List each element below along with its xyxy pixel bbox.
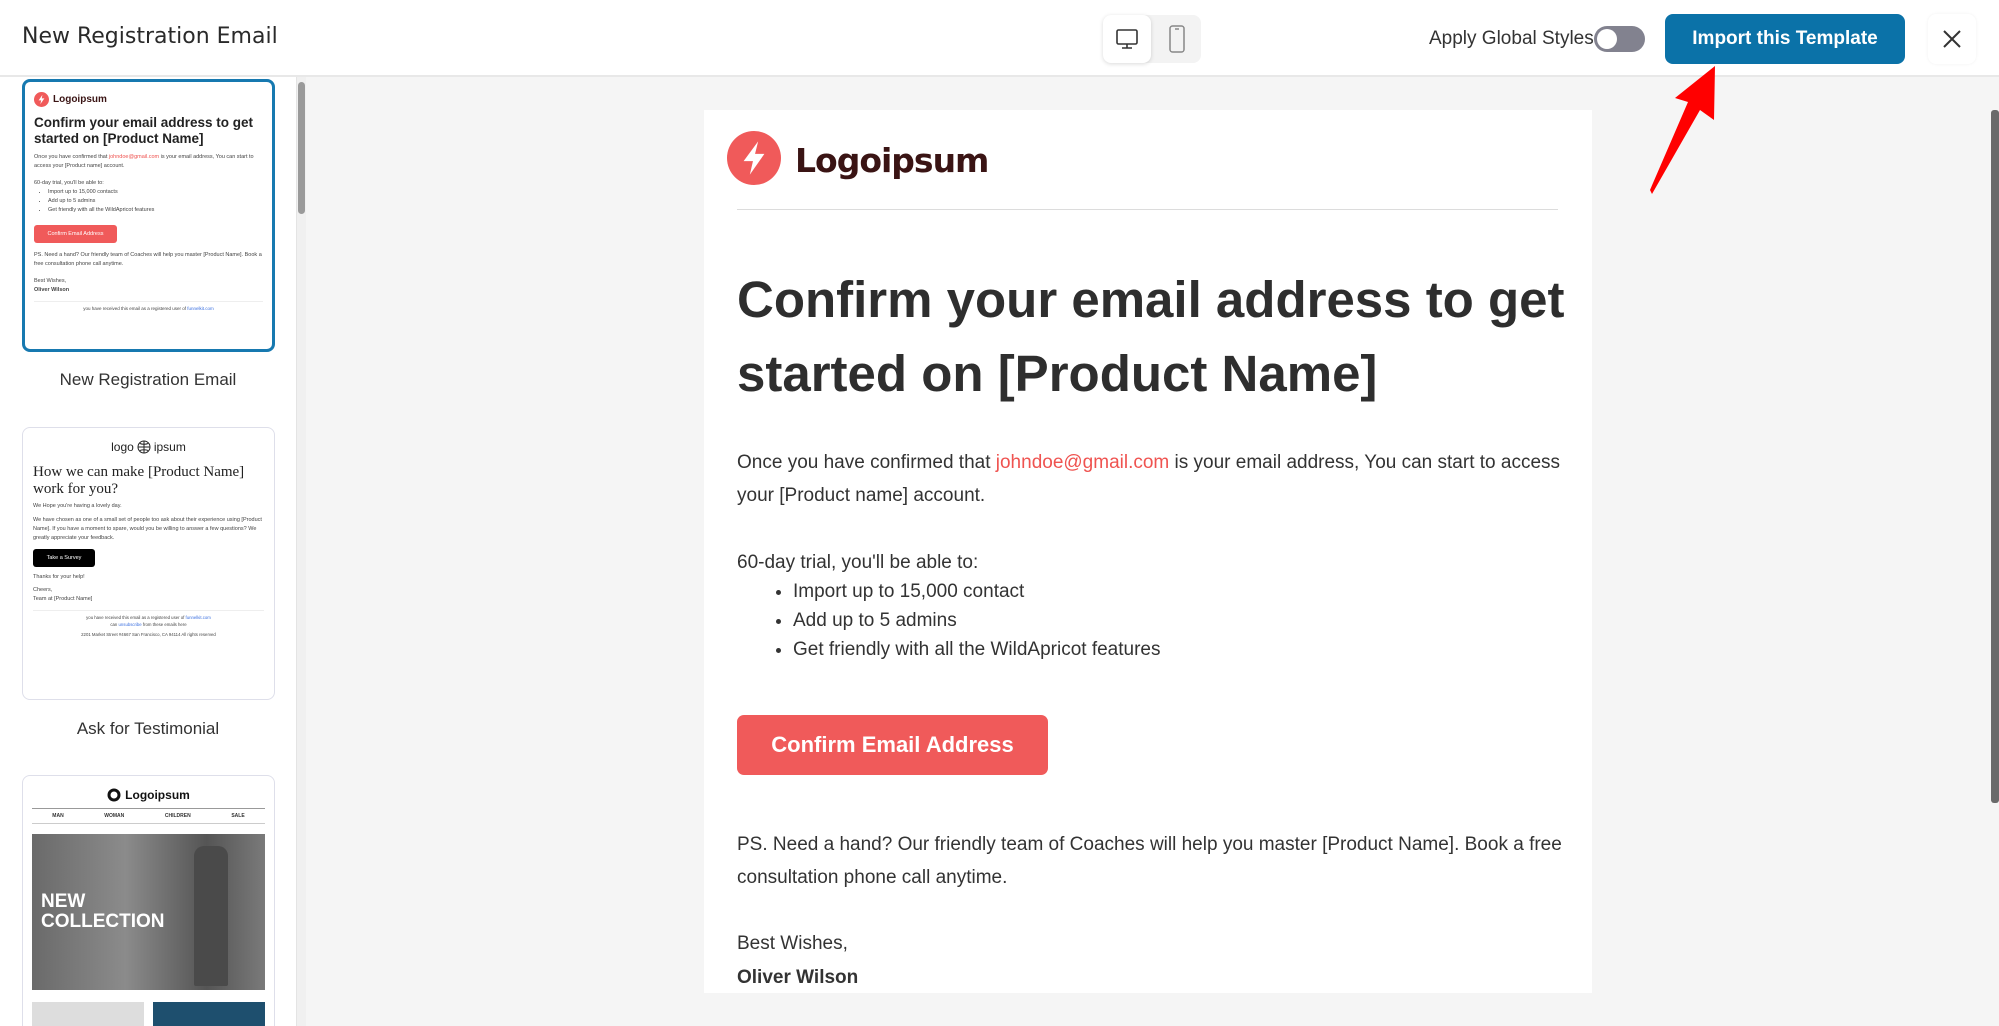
confirm-email-button[interactable]: Confirm Email Address: [737, 715, 1048, 775]
thumb-nav: MAN WOMAN CHILDREN SALE: [32, 808, 265, 824]
desktop-view-button[interactable]: [1103, 15, 1151, 63]
template-label: New Registration Email: [59, 370, 237, 389]
trial-text: 60-day trial, you'll be able to:: [737, 552, 979, 573]
thumb-products: [32, 1002, 265, 1026]
list-item: Import up to 15,000 contact: [793, 577, 1161, 606]
closing-text: Best Wishes,: [737, 933, 848, 954]
thumb-para: Once you have confirmed that johndoe@gma…: [34, 154, 254, 169]
thumb-logo: Logoipsum: [34, 92, 263, 107]
thumb-para: We Hope you're having a lovely day.: [33, 503, 122, 509]
list-item: Add up to 5 admins: [793, 606, 1161, 635]
page-title: New Registration Email: [22, 24, 278, 49]
thumb-signer: Oliver Wilson: [34, 287, 70, 293]
device-toggle: [1103, 15, 1201, 63]
apply-global-styles-label: Apply Global Styles: [1429, 28, 1594, 49]
preview-scrollbar-thumb[interactable]: [1991, 110, 1999, 803]
thumb-footer: you have received this email as a regist…: [33, 610, 264, 638]
desktop-icon: [1116, 29, 1138, 49]
thumb-hero-image: NEW COLLECTION: [32, 834, 265, 990]
feature-list: Import up to 15,000 contact Add up to 5 …: [793, 577, 1161, 664]
sidebar-scrollbar[interactable]: [296, 77, 306, 1026]
signer-name: Oliver Wilson: [737, 967, 859, 988]
hero-text: NEW COLLECTION: [41, 891, 165, 932]
thumb-heading: How we can make [Product Name] work for …: [33, 464, 245, 497]
thumb-ps: PS. Need a hand? Our friendly team of Co…: [34, 252, 262, 267]
thumb-logo: Logoipsum: [32, 788, 265, 802]
ps-text: PS. Need a hand? Our friendly team of Co…: [737, 834, 1562, 888]
mobile-view-button[interactable]: [1153, 15, 1201, 63]
red-arrow-annotation: [1650, 66, 1715, 194]
template-label: Ask for Testimonial: [76, 719, 220, 738]
email-intro: Once you have confirmed that johndoe@gma…: [737, 452, 1561, 506]
email-heading: Confirm your email address to get starte…: [737, 271, 1565, 402]
template-card-new-registration[interactable]: Logoipsum Confirm your email address to …: [22, 79, 275, 352]
list-item: Get friendly with all the WildApricot fe…: [793, 635, 1161, 664]
thumb-footer: you have received this email as a regist…: [34, 301, 263, 313]
thumb-heading: Confirm your email address to get starte…: [34, 115, 254, 146]
email-link[interactable]: johndoe@gmail.com: [996, 452, 1170, 473]
thumb-button: Take a Survey: [33, 549, 95, 567]
template-card-ask-for-testimonial[interactable]: logo ipsum How we can make [Product Name…: [22, 427, 275, 700]
divider: [737, 209, 1558, 210]
close-icon: [1943, 30, 1961, 48]
globe-logo-icon: [137, 440, 151, 454]
thumb-trial: 60-day trial, you'll be able to:: [34, 180, 104, 186]
sidebar-scrollbar-thumb[interactable]: [298, 82, 305, 214]
thumb-team: Team at [Product Name]: [33, 596, 93, 602]
thumb-logo: logo ipsum: [111, 440, 186, 454]
toggle-knob: [1597, 29, 1617, 49]
apply-global-styles-toggle[interactable]: [1594, 26, 1645, 52]
bolt-logo-icon: [727, 131, 781, 185]
logo-text: Logoipsum: [795, 141, 989, 180]
thumb-thanks: Thanks for your help!: [33, 574, 85, 580]
bolt-logo-icon: [34, 92, 49, 107]
template-card-fashion[interactable]: Logoipsum MAN WOMAN CHILDREN SALE NEW COLLEC…: [22, 775, 275, 1026]
ring-logo-icon: [107, 788, 121, 802]
model-figure: [194, 846, 228, 986]
thumb-wishes: Best Wishes,: [34, 278, 67, 284]
thumb-bullets: Import up to 15,000 contactsAdd up to 5 …: [34, 188, 263, 215]
thumb-para: We have chosen as one of a small set of …: [33, 517, 262, 541]
import-template-button[interactable]: Import this Template: [1665, 14, 1905, 64]
thumb-button: Confirm Email Address: [34, 225, 117, 243]
thumb-cheers: Cheers,: [33, 587, 53, 593]
template-list: Logoipsum Confirm your email address to …: [0, 77, 296, 1026]
mobile-icon: [1169, 25, 1185, 53]
close-button[interactable]: [1928, 14, 1976, 64]
